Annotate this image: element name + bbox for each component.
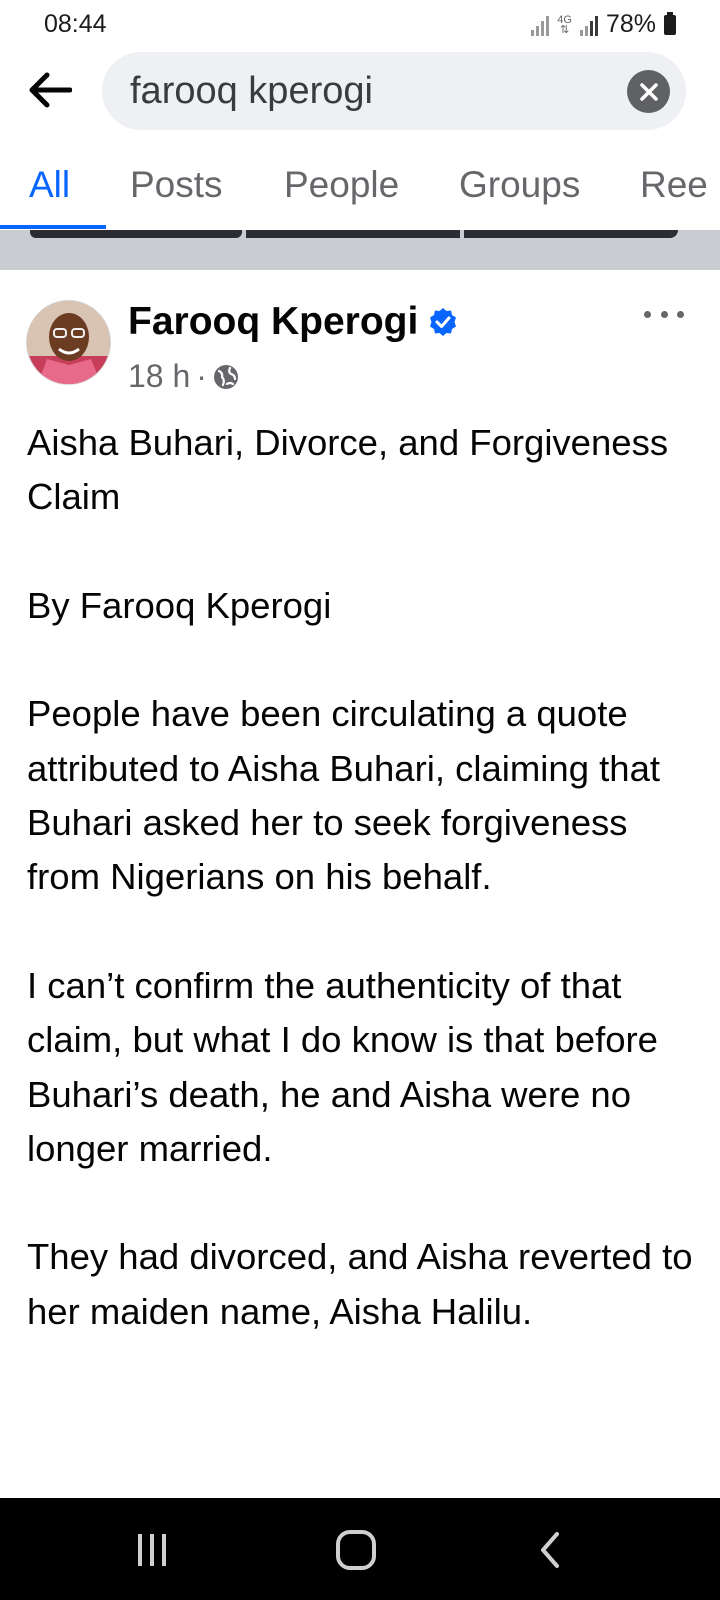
battery-icon (664, 11, 676, 35)
verified-badge-icon (430, 308, 457, 336)
meta-separator: · (196, 358, 207, 394)
search-query[interactable]: farooq kperogi (130, 70, 373, 113)
dot (660, 310, 668, 318)
card-edge (246, 230, 460, 238)
avatar[interactable] (26, 300, 111, 385)
recent-apps-icon (138, 1534, 166, 1566)
search-header: farooq kperogi (0, 50, 720, 136)
tab-people[interactable]: People (284, 164, 399, 206)
tab-all[interactable]: All (29, 164, 70, 206)
tab-groups[interactable]: Groups (459, 164, 580, 206)
post-byline: By Farooq Kperogi (27, 584, 332, 626)
network-type: 4G (557, 13, 572, 26)
post-paragraph: They had divorced, and Aisha reverted to… (27, 1236, 693, 1332)
home-button[interactable] (326, 1526, 386, 1574)
data-arrows-icon: ⇅ (560, 23, 570, 36)
more-options-button[interactable] (644, 304, 684, 324)
status-indicators: 4G ⇅ 78% (531, 10, 676, 39)
battery-percent: 78% (605, 10, 656, 38)
home-icon (336, 1530, 376, 1570)
chevron-left-icon (541, 1532, 559, 1568)
section-divider (0, 230, 720, 270)
dot (677, 310, 684, 318)
post-author[interactable]: Farooq Kperogi (128, 300, 458, 344)
post-card: Farooq Kperogi 18 h · Aisha Buhari, Divo… (0, 270, 720, 1498)
status-bar: 08:44 4G ⇅ 78% (0, 0, 720, 50)
recent-apps-button[interactable] (122, 1526, 182, 1574)
post-meta: 18 h · (128, 358, 239, 395)
signal-strength-icon (579, 14, 598, 36)
post-text: Aisha Buhari, Divorce, and Forgiveness C… (27, 416, 697, 1393)
clear-search-button[interactable] (627, 70, 670, 113)
search-input[interactable]: farooq kperogi (102, 52, 686, 130)
post-paragraph: I can’t confirm the authenticity of that… (27, 964, 658, 1169)
tab-posts[interactable]: Posts (130, 164, 223, 206)
close-icon (639, 82, 658, 101)
post-title: Aisha Buhari, Divorce, and Forgiveness C… (27, 422, 669, 518)
tab-reels[interactable]: Ree (640, 164, 708, 206)
status-time: 08:44 (44, 10, 107, 38)
back-button[interactable] (24, 64, 76, 116)
system-back-button[interactable] (520, 1526, 580, 1574)
globe-icon (213, 364, 238, 389)
search-filter-tabs: All Posts People Groups Ree (0, 150, 720, 236)
card-edge (464, 230, 678, 238)
author-name[interactable]: Farooq Kperogi (128, 300, 418, 344)
post-time[interactable]: 18 h (128, 358, 190, 395)
signal-icon (531, 14, 550, 36)
network-indicator: 4G ⇅ (557, 13, 572, 36)
system-navigation-bar (0, 1498, 720, 1600)
dot (644, 310, 651, 318)
active-tab-indicator (0, 225, 106, 229)
post-paragraph: People have been circulating a quote att… (27, 693, 661, 898)
arrow-left-icon (29, 72, 72, 108)
card-edge (30, 230, 242, 238)
avatar-image (27, 301, 110, 384)
